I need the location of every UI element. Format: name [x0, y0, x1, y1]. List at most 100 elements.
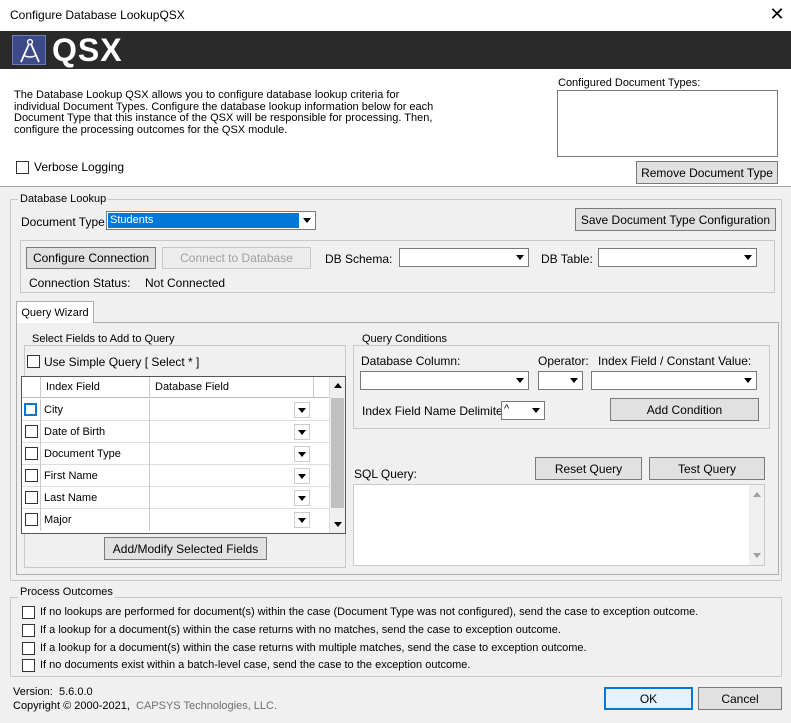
row-index-field: City — [44, 404, 63, 416]
chevron-down-icon[interactable] — [512, 250, 527, 265]
configured-doc-types-label: Configured Document Types: — [558, 77, 701, 89]
table-row[interactable]: Date of Birth — [22, 421, 329, 443]
row-index-field: First Name — [44, 470, 98, 482]
qsx-logo-text: QSX — [52, 32, 123, 68]
outcome-checkbox-no-lookups[interactable] — [22, 606, 35, 619]
chevron-down-icon[interactable] — [294, 446, 310, 462]
outcome-label-multiple-matches: If a lookup for a document(s) within the… — [40, 642, 587, 654]
index-constant-select[interactable] — [591, 371, 757, 390]
scroll-thumb[interactable] — [331, 398, 344, 508]
database-lookup-title: Database Lookup — [18, 193, 109, 205]
database-column-label: Database Column: — [361, 354, 461, 368]
connection-status-label: Connection Status: — [29, 276, 131, 290]
configure-connection-button[interactable]: Configure Connection — [26, 247, 156, 269]
version-label: Version: — [13, 686, 53, 698]
header-index-field: Index Field — [46, 381, 100, 393]
chevron-down-icon[interactable] — [512, 373, 527, 388]
outcome-checkbox-no-documents[interactable] — [22, 659, 35, 672]
outcome-checkbox-no-matches[interactable] — [22, 624, 35, 637]
cell-divider — [149, 465, 150, 487]
row-checkbox[interactable] — [25, 513, 38, 526]
db-schema-select[interactable] — [399, 248, 529, 267]
ok-button[interactable]: OK — [604, 687, 693, 710]
cell-divider — [149, 443, 150, 465]
configured-doc-types-list[interactable] — [557, 90, 778, 157]
reset-query-button[interactable]: Reset Query — [535, 457, 642, 480]
outcome-label-no-lookups: If no lookups are performed for document… — [40, 606, 699, 618]
add-condition-button[interactable]: Add Condition — [610, 398, 759, 421]
table-row[interactable]: First Name — [22, 465, 329, 487]
row-checkbox[interactable] — [25, 469, 38, 482]
sql-query-label: SQL Query: — [354, 467, 417, 481]
header-panel: The Database Lookup QSX allows you to co… — [0, 69, 791, 187]
test-query-button[interactable]: Test Query — [649, 457, 765, 480]
close-icon[interactable]: ✕ — [768, 4, 786, 24]
chevron-down-icon[interactable] — [294, 512, 310, 528]
index-field-grid[interactable]: Index Field Database Field City Date of … — [21, 376, 346, 534]
row-checkbox[interactable] — [24, 403, 37, 416]
chevron-down-icon[interactable] — [294, 490, 310, 506]
chevron-down-icon[interactable] — [294, 402, 310, 418]
add-modify-fields-button[interactable]: Add/Modify Selected Fields — [104, 537, 267, 560]
delimiter-select[interactable]: ^ — [501, 401, 545, 420]
chevron-down-icon[interactable] — [294, 424, 310, 440]
table-row[interactable]: Last Name — [22, 487, 329, 509]
connect-to-database-button[interactable]: Connect to Database — [162, 247, 311, 269]
version-value: 5.6.0.0 — [59, 686, 93, 698]
simple-query-label: Use Simple Query [ Select * ] — [44, 355, 200, 369]
tab-query-wizard[interactable]: Query Wizard — [16, 301, 94, 323]
row-index-field: Date of Birth — [44, 426, 106, 438]
query-conditions-title: Query Conditions — [360, 333, 449, 345]
operator-select[interactable] — [538, 371, 583, 390]
scroll-down-icon[interactable] — [334, 522, 342, 527]
cancel-button[interactable]: Cancel — [698, 687, 782, 710]
scroll-down-icon[interactable] — [753, 553, 761, 558]
row-checkbox[interactable] — [25, 447, 38, 460]
table-row[interactable]: City — [22, 399, 329, 421]
window-title: Configure Database LookupQSX — [10, 8, 185, 22]
cell-divider — [40, 399, 41, 421]
remove-document-type-button[interactable]: Remove Document Type — [636, 161, 778, 184]
verbose-logging-label: Verbose Logging — [34, 160, 125, 174]
scroll-up-icon[interactable] — [753, 492, 761, 497]
table-row[interactable]: Major — [22, 509, 329, 531]
sql-query-textarea[interactable] — [353, 484, 765, 566]
sql-scrollbar[interactable] — [749, 485, 764, 565]
select-fields-title: Select Fields to Add to Query — [30, 333, 177, 345]
chevron-down-icon[interactable] — [528, 403, 543, 418]
simple-query-checkbox[interactable] — [27, 355, 40, 368]
outcome-checkbox-multiple-matches[interactable] — [22, 642, 35, 655]
connection-status-value: Not Connected — [145, 276, 226, 290]
database-column-select[interactable] — [360, 371, 529, 390]
cell-divider — [149, 487, 150, 509]
document-type-select[interactable]: Students — [106, 211, 316, 230]
header-divider — [40, 377, 41, 398]
scroll-up-icon[interactable] — [334, 383, 342, 388]
cell-divider — [40, 487, 41, 509]
title-bar: Configure Database LookupQSX ✕ — [0, 0, 791, 31]
save-doc-type-config-button[interactable]: Save Document Type Configuration — [575, 208, 776, 231]
db-table-select[interactable] — [598, 248, 757, 267]
row-checkbox[interactable] — [25, 491, 38, 504]
header-divider — [149, 377, 150, 398]
cell-divider — [40, 421, 41, 443]
table-row[interactable]: Document Type — [22, 443, 329, 465]
outcome-label-no-documents: If no documents exist within a batch-lev… — [40, 659, 471, 671]
chevron-down-icon[interactable] — [740, 373, 755, 388]
grid-scrollbar[interactable] — [329, 377, 345, 533]
delimiter-value: ^ — [504, 403, 510, 415]
db-schema-label: DB Schema: — [325, 252, 393, 266]
verbose-logging-checkbox[interactable] — [16, 161, 29, 174]
company-link[interactable]: CAPSYS Technologies, LLC. — [136, 700, 277, 712]
chevron-down-icon[interactable] — [294, 468, 310, 484]
operator-label: Operator: — [538, 354, 589, 368]
chevron-down-icon[interactable] — [299, 213, 314, 228]
cell-divider — [149, 399, 150, 421]
row-checkbox[interactable] — [25, 425, 38, 438]
cell-divider — [149, 509, 150, 531]
document-type-value: Students — [110, 214, 154, 226]
document-type-label: Document Type: — [21, 215, 109, 229]
chevron-down-icon[interactable] — [566, 373, 581, 388]
cell-divider — [149, 421, 150, 443]
chevron-down-icon[interactable] — [740, 250, 755, 265]
